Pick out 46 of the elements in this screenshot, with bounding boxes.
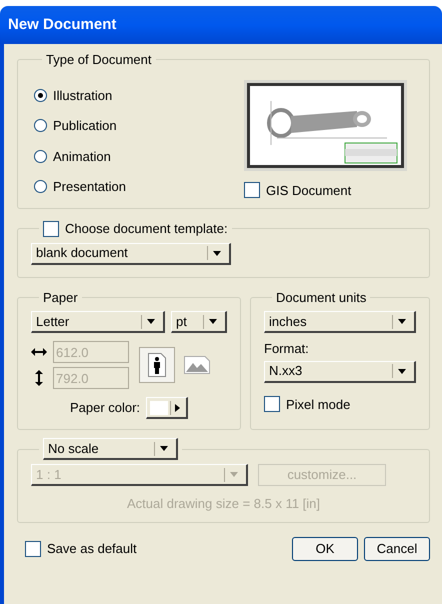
ratio-dropdown: 1 : 1 (31, 464, 248, 486)
group-label: Paper (43, 290, 78, 304)
mountain-page-icon (184, 356, 210, 374)
checkbox-label: Choose document template: (65, 220, 228, 238)
radio-button[interactable] (34, 180, 47, 194)
radio-label: Animation (53, 148, 111, 166)
radio-button[interactable] (34, 88, 47, 102)
radio-label: Publication (53, 117, 117, 135)
unit-dropdown[interactable]: pt (171, 311, 227, 333)
dropdown-arrow-icon (212, 250, 220, 256)
dropdown-arrow-icon (146, 319, 154, 324)
group-label: Type of Document (46, 52, 152, 67)
checkbox-label: Save as default (47, 540, 137, 558)
dropdown-arrow-icon (160, 446, 168, 451)
checkbox[interactable] (43, 220, 59, 237)
vertical-arrow-icon (35, 370, 43, 386)
format-label: Format: (264, 340, 310, 358)
dropdown-arrow-icon (230, 472, 238, 477)
dropdown-arrow-icon (398, 368, 406, 374)
checkbox[interactable] (244, 182, 260, 198)
template-dropdown[interactable]: blank document (31, 242, 231, 264)
drawing-size-text: Actual drawing size = 8.5 x 11 [in] (126, 495, 320, 513)
paper-color-label: Paper color: (70, 399, 140, 418)
checkbox-label: GIS Document (266, 182, 352, 200)
checkbox[interactable] (264, 396, 280, 412)
paper-color-button[interactable] (146, 397, 188, 419)
portrait-button[interactable] (139, 347, 175, 383)
horizontal-arrow-icon (31, 348, 47, 356)
window-title: New Document (8, 14, 116, 35)
format-dropdown[interactable]: N.xx3 (264, 360, 416, 382)
dialog-button[interactable]: OK (292, 536, 358, 560)
scale-dropdown[interactable]: No scale (43, 438, 178, 460)
paper-size-dropdown[interactable]: Letter (31, 311, 165, 333)
play-arrow-icon (174, 404, 180, 412)
dropdown-arrow-icon (208, 319, 216, 324)
radio-button[interactable] (34, 150, 47, 163)
dialog-button[interactable]: Cancel (364, 536, 430, 560)
dropdown-arrow-icon (398, 319, 406, 324)
person-page-icon (148, 353, 166, 377)
units-dropdown[interactable]: inches (264, 311, 416, 333)
radio-label: Presentation (53, 178, 126, 196)
radio-button[interactable] (34, 119, 47, 132)
checkbox[interactable] (25, 540, 41, 556)
group-label: Document units (276, 290, 366, 304)
radio-label: Illustration (53, 86, 112, 104)
checkbox-label: Pixel mode (286, 396, 350, 414)
